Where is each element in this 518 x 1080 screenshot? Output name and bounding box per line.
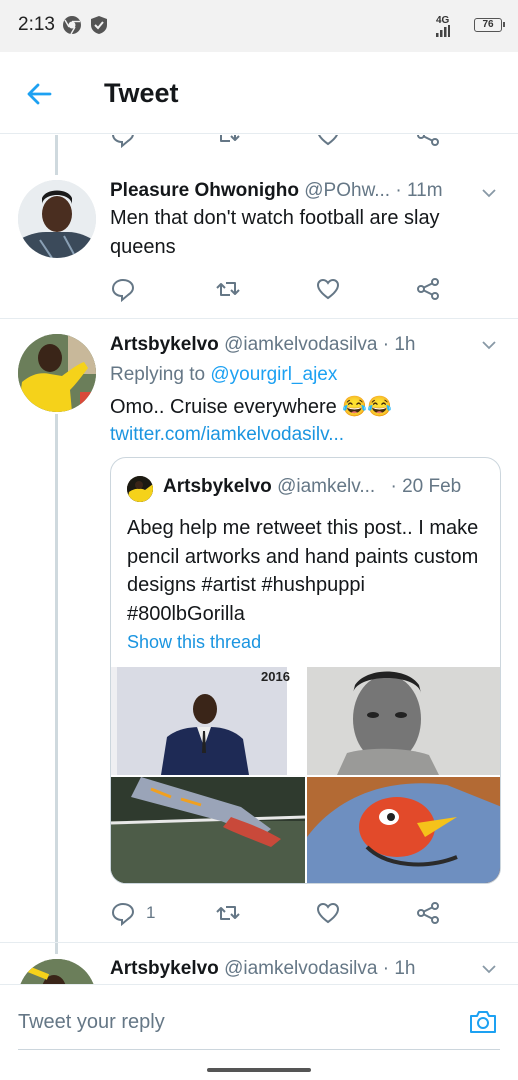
status-bar: 2:13 4G 76 xyxy=(0,0,518,52)
retweet-icon[interactable] xyxy=(215,135,241,148)
image-year-label: 2016 xyxy=(261,669,290,684)
like-icon[interactable] xyxy=(315,135,341,148)
quote-image-3[interactable] xyxy=(111,777,305,883)
tweet-text: Omo.. Cruise everywhere 😂😂 xyxy=(110,396,393,418)
tweet-header: Artsbykelvo @iamkelvodasilva · 1h xyxy=(110,958,416,980)
replying-to-label: Replying to xyxy=(110,364,211,385)
tweet-3[interactable]: Artsbykelvo @iamkelvodasilva · 1h xyxy=(0,943,518,984)
tweet-time: · 11m xyxy=(395,180,443,201)
avatar[interactable] xyxy=(18,180,96,258)
reply-input[interactable]: Tweet your reply xyxy=(18,1011,165,1034)
like-icon[interactable] xyxy=(315,900,341,926)
replying-to-handle[interactable]: @yourgirl_ajex xyxy=(210,364,337,385)
share-icon[interactable] xyxy=(415,900,441,926)
like-icon[interactable] xyxy=(315,276,341,302)
tweet-actions xyxy=(110,276,440,302)
reply-count: 1 xyxy=(146,903,156,922)
reply-icon xyxy=(111,902,135,926)
thread-connector xyxy=(55,135,58,175)
network-indicator: 4G xyxy=(436,16,450,37)
divider xyxy=(0,318,518,319)
quote-image-2[interactable] xyxy=(307,667,500,775)
share-icon[interactable] xyxy=(415,276,441,302)
tweet-time: · 1h xyxy=(382,334,416,355)
reply-composer: Tweet your reply xyxy=(0,984,518,1080)
chrome-icon xyxy=(63,16,81,35)
tweet-header: Pleasure Ohwonigho @POhw... · 11m xyxy=(110,180,443,202)
quote-image-4[interactable] xyxy=(307,777,500,883)
signal-icon xyxy=(436,25,450,37)
quote-header: Artsbykelvo @iamkelv... · 20 Feb xyxy=(163,476,461,498)
author-handle: @iamkelvodasilva xyxy=(224,334,378,355)
quote-author-handle: @iamkelv... xyxy=(277,476,376,497)
reply-icon[interactable] xyxy=(110,276,136,302)
replying-to: Replying to @yourgirl_ajex xyxy=(110,364,337,386)
retweet-icon[interactable] xyxy=(215,900,241,926)
chevron-down-icon[interactable] xyxy=(480,960,498,978)
reply-icon[interactable] xyxy=(110,135,136,148)
status-time: 2:13 xyxy=(18,14,55,35)
quoted-tweet[interactable]: Artsbykelvo @iamkelv... · 20 Feb Abeg he… xyxy=(110,457,501,884)
author-handle: @POhw... xyxy=(304,180,391,201)
author-name[interactable]: Artsbykelvo xyxy=(110,958,219,979)
tweet-actions: 1 xyxy=(110,900,440,926)
author-name[interactable]: Artsbykelvo xyxy=(110,334,219,355)
gesture-nav-handle[interactable] xyxy=(207,1068,311,1072)
retweet-icon[interactable] xyxy=(215,276,241,302)
quote-text: Abeg help me retweet this post.. I make … xyxy=(127,517,479,625)
tweet-time: · 1h xyxy=(382,958,416,979)
battery-indicator: 76 xyxy=(474,18,505,32)
quote-avatar xyxy=(127,476,153,502)
quote-image-1[interactable]: 2016 xyxy=(111,667,305,775)
reply-input-underline xyxy=(18,1049,500,1050)
avatar[interactable] xyxy=(18,959,96,984)
top-app-bar: Tweet xyxy=(0,52,518,134)
author-handle: @iamkelvodasilva xyxy=(224,958,378,979)
camera-icon[interactable] xyxy=(468,1007,498,1037)
clipped-action-row xyxy=(0,135,518,149)
thread-connector xyxy=(55,414,58,954)
tweet-text: Men that don't watch football are slay q… xyxy=(110,207,440,258)
quote-time: · 20 Feb xyxy=(390,476,462,497)
share-icon[interactable] xyxy=(415,135,441,148)
avatar[interactable] xyxy=(18,334,96,412)
show-thread-link[interactable]: Show this thread xyxy=(127,632,261,653)
page-title: Tweet xyxy=(104,78,179,108)
chevron-down-icon[interactable] xyxy=(480,184,498,202)
quote-author-name: Artsbykelvo xyxy=(163,476,272,497)
reply-button[interactable]: 1 xyxy=(110,900,155,926)
tweet-header: Artsbykelvo @iamkelvodasilva · 1h xyxy=(110,334,416,356)
shield-check-icon xyxy=(91,16,107,34)
back-arrow-icon[interactable] xyxy=(24,79,54,109)
tweet-link[interactable]: twitter.com/iamkelvodasilv... xyxy=(110,424,344,446)
author-name[interactable]: Pleasure Ohwonigho xyxy=(110,180,299,201)
chevron-down-icon[interactable] xyxy=(480,336,498,354)
